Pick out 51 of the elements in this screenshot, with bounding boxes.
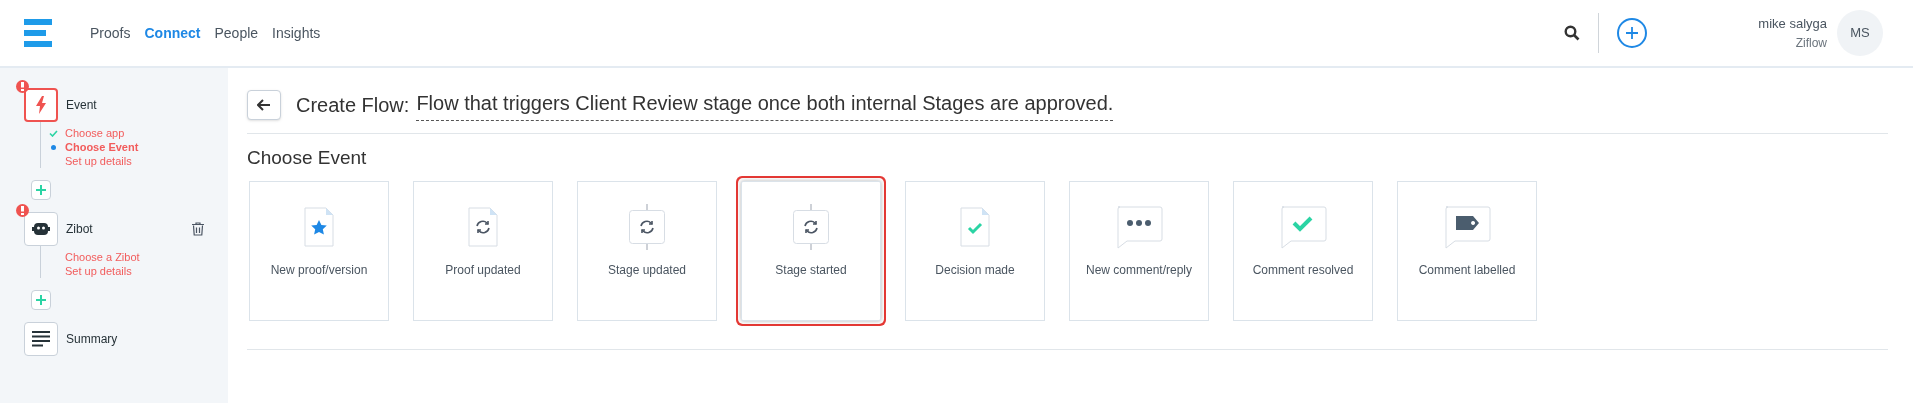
event-card[interactable]: Decision made [905,180,1045,321]
nav-tab[interactable]: Proofs [90,22,131,44]
event-label: Comment labelled [1417,261,1517,279]
event-card[interactable]: Comment resolved [1233,180,1373,321]
step-title: Summary [66,331,118,348]
sync-stage-icon [791,203,831,250]
plus-icon [36,185,46,195]
speech-bubble-check-icon [1279,204,1327,249]
speech-bubble-tag-icon [1443,204,1491,249]
event-label: Decision made [934,261,1016,279]
plus-icon [36,295,46,305]
add-button[interactable] [1617,18,1647,48]
event-card[interactable]: Proof updated [413,180,553,321]
event-label: Stage updated [606,261,688,279]
trash-icon[interactable] [192,222,204,236]
list-lines-icon [32,331,50,347]
user-avatar[interactable]: MS [1837,10,1883,56]
robot-icon [32,222,50,236]
star-document-icon [304,206,334,247]
event-card[interactable]: Comment labelled [1397,180,1537,321]
search-icon[interactable] [1564,25,1580,41]
event-label: Proof updated [444,261,522,279]
step-node[interactable] [24,322,58,356]
page-title: Create Flow: [296,92,410,118]
organization-name: Ziflow [1795,34,1827,52]
speech-bubble-dots-icon [1115,204,1163,249]
event-label: Stage started [774,261,848,279]
event-label: New proof/version [269,261,369,279]
event-label: New comment/reply [1085,261,1193,279]
step-node[interactable] [24,88,58,122]
back-button[interactable] [247,89,281,120]
arrow-left-icon [257,98,271,111]
nav-tab[interactable]: People [214,22,259,44]
plus-icon [1626,27,1638,39]
check-document-icon [960,206,990,247]
sync-stage-icon [627,203,667,250]
event-card[interactable]: New comment/reply [1069,180,1209,321]
step-title: Event [66,97,97,114]
event-card[interactable]: New proof/version [249,180,389,321]
section-heading: Choose Event [247,146,368,170]
step-title: Zibot [66,221,93,238]
lightning-icon [35,96,47,114]
event-card[interactable]: Stage updated [577,180,717,321]
user-name: mike salyga [1758,15,1827,34]
step-node[interactable] [24,212,58,246]
flow-name-field[interactable]: Flow that triggers Client Review stage once both internal Stages are approved. [416,88,1114,121]
event-label: Comment resolved [1251,261,1355,279]
sync-document-icon [468,206,498,247]
logo-icon[interactable] [22,17,54,49]
nav-tab[interactable]: Insights [272,22,321,44]
nav-tab[interactable]: Connect [144,22,201,44]
